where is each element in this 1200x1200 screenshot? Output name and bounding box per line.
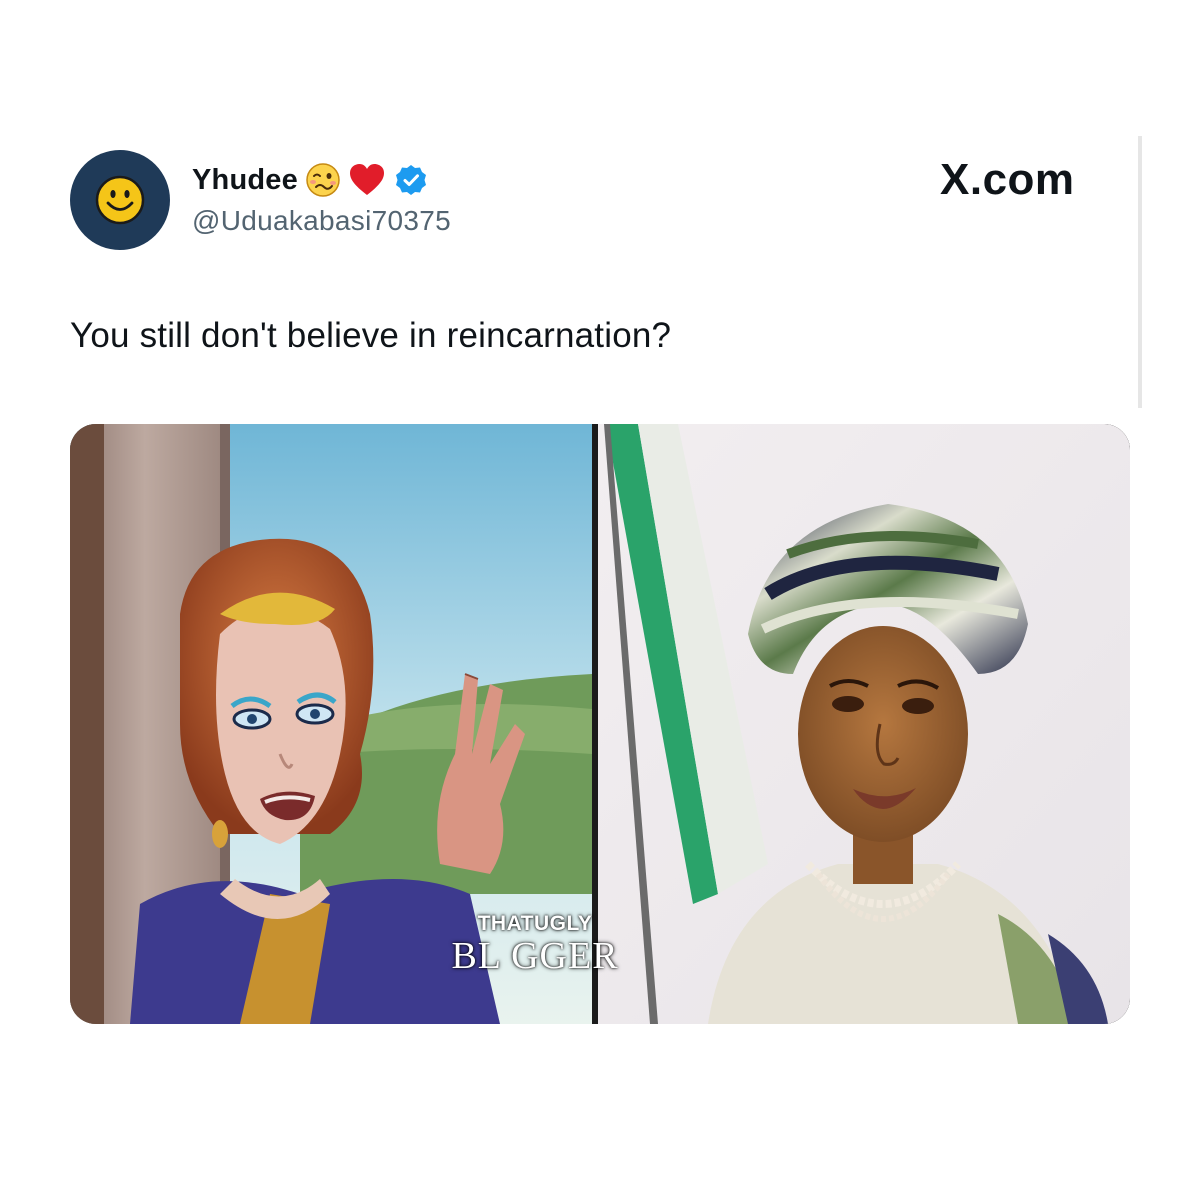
verified-badge-icon [392, 161, 430, 199]
media-watermark: THATUGLY BL GGER [425, 912, 645, 976]
tweet-media[interactable]: THATUGLY BL GGER [70, 424, 1130, 1024]
tweet-text: You still don't believe in reincarnation… [70, 316, 672, 355]
divider-line [1138, 136, 1142, 408]
watermark-top-text: THATUGLY [477, 912, 593, 935]
smiley-face-icon [95, 175, 145, 225]
media-right-panel-photo [598, 424, 1130, 1024]
woozy-face-icon [304, 161, 342, 199]
tweet-screenshot: Yhudee @Uduakabasi70375 X.com You still … [0, 0, 1200, 1200]
avatar[interactable] [70, 150, 170, 250]
display-name[interactable]: Yhudee [192, 164, 298, 197]
user-handle[interactable]: @Uduakabasi70375 [192, 205, 451, 237]
red-heart-icon [348, 161, 386, 199]
brand-label: X.com [940, 152, 1075, 208]
watermark-bottom-text: BL GGER [451, 935, 619, 977]
author-name-row[interactable]: Yhudee [192, 158, 430, 202]
brand-text: X.com [940, 155, 1075, 204]
